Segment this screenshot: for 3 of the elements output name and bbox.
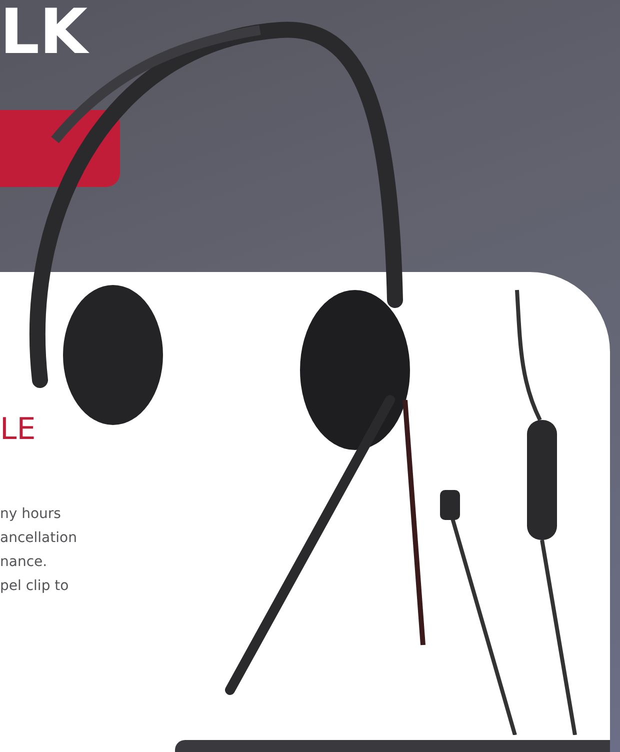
hero-title: LK xyxy=(0,0,90,70)
section-heading: LE xyxy=(0,412,37,448)
section-paragraph: ny hours ancellation nance. pel clip to xyxy=(0,505,78,596)
